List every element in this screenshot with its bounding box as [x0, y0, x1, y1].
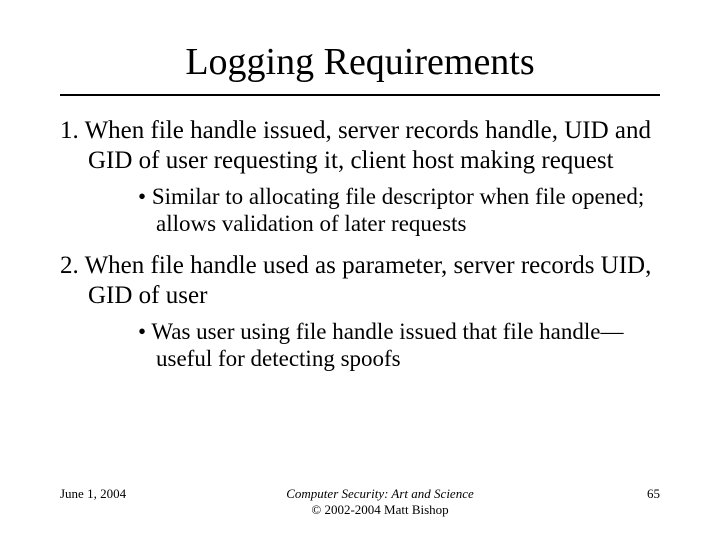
- slide-title: Logging Requirements: [60, 40, 660, 84]
- sub-item: Was user using file handle issued that f…: [88, 318, 660, 372]
- footer-citation: Computer Security: Art and Science © 200…: [160, 486, 600, 518]
- sub-list: Was user using file handle issued that f…: [88, 318, 660, 372]
- footer-date: June 1, 2004: [60, 486, 160, 502]
- item-text: When file handle used as parameter, serv…: [85, 252, 652, 309]
- list-item: When file handle issued, server records …: [60, 116, 660, 237]
- slide-footer: June 1, 2004 Computer Security: Art and …: [60, 486, 660, 518]
- title-underline: [60, 94, 660, 96]
- footer-book-title: Computer Security: Art and Science: [286, 486, 474, 501]
- footer-page-number: 65: [600, 486, 660, 502]
- list-item: When file handle used as parameter, serv…: [60, 251, 660, 372]
- footer-copyright: © 2002-2004 Matt Bishop: [311, 502, 448, 517]
- item-text: When file handle issued, server records …: [85, 117, 651, 174]
- requirement-list: When file handle issued, server records …: [60, 116, 660, 373]
- sub-item: Similar to allocating file descriptor wh…: [88, 183, 660, 237]
- sub-list: Similar to allocating file descriptor wh…: [88, 183, 660, 237]
